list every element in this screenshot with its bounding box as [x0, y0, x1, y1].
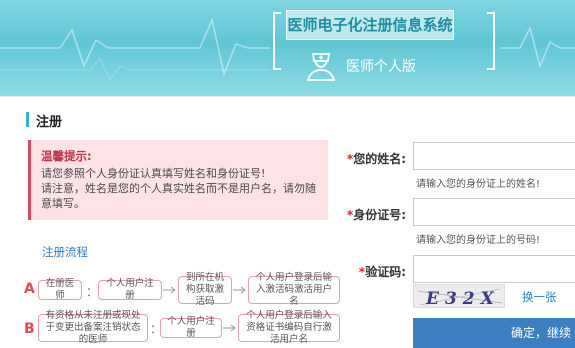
section-accent-bar — [26, 112, 29, 127]
tip-line-2: 请注意，姓名是您的个人真实姓名而不是用户名，请勿随 — [41, 182, 316, 195]
id-number-label: *身份证号: — [346, 208, 406, 222]
arrow-right-icon — [233, 286, 246, 294]
captcha-input[interactable] — [413, 255, 575, 283]
system-title: 医师电子化注册信息系统 — [286, 10, 454, 40]
refresh-captcha-link[interactable]: 换一张 — [522, 289, 557, 305]
arrow-right-icon — [223, 324, 236, 332]
flow-b-letter: B — [24, 321, 35, 337]
name-label: *您的姓名: — [346, 152, 406, 166]
flow-a-step-2: 个人用户注册 — [98, 278, 162, 301]
captcha-text: E32X — [425, 289, 500, 309]
id-number-hint: 请输入您的身份证上的号码! — [416, 235, 541, 246]
id-number-input[interactable] — [413, 198, 575, 226]
flow-b-step-3: 个人用户登录后输入资格证书编码自行激活用户名 — [238, 310, 340, 345]
submit-button[interactable]: 确定，继续 — [413, 318, 575, 348]
flow-a-separator: ： — [86, 285, 99, 299]
section-title: 注册 — [36, 115, 63, 130]
captcha-image[interactable]: E32X — [413, 284, 505, 309]
flow-a-step-4: 个人用户登录后输入激活码激活用户名 — [248, 272, 340, 307]
tip-line-1: 请您参照个人身份证认真填写姓名和身份证号! — [41, 167, 266, 180]
captcha-label: *验证码: — [358, 265, 406, 279]
name-input[interactable] — [413, 142, 575, 170]
flow-b-step-1: 有资格从未注册或现处于变更出备案注销状态的医师 — [38, 310, 148, 345]
name-hint: 请输入您的身份证上的姓名! — [416, 179, 541, 190]
system-subtitle: 医师个人版 — [346, 59, 416, 75]
arrow-right-icon — [163, 286, 176, 294]
flow-a-letter: A — [24, 281, 35, 297]
tip-line-3: 意填写。 — [41, 197, 85, 210]
banner-divider — [0, 96, 575, 97]
tip-title: 温馨提示: — [41, 149, 92, 163]
doctor-icon — [306, 53, 336, 81]
registration-flow-link[interactable]: 注册流程 — [42, 244, 88, 260]
header-banner: 医师电子化注册信息系统 医师个人版 — [0, 0, 575, 96]
banner-frame-right — [487, 12, 495, 70]
flow-b-step-2: 个人用户注册 — [160, 316, 222, 339]
flow-a-step-3: 到所在机构获取激活码 — [178, 272, 232, 307]
banner-frame-left — [273, 12, 281, 70]
warm-tip-box: 温馨提示: 请您参照个人身份证认真填写姓名和身份证号! 请注意，姓名是您的个人真… — [28, 140, 328, 220]
flow-a-step-1: 在册医师 — [38, 278, 82, 301]
